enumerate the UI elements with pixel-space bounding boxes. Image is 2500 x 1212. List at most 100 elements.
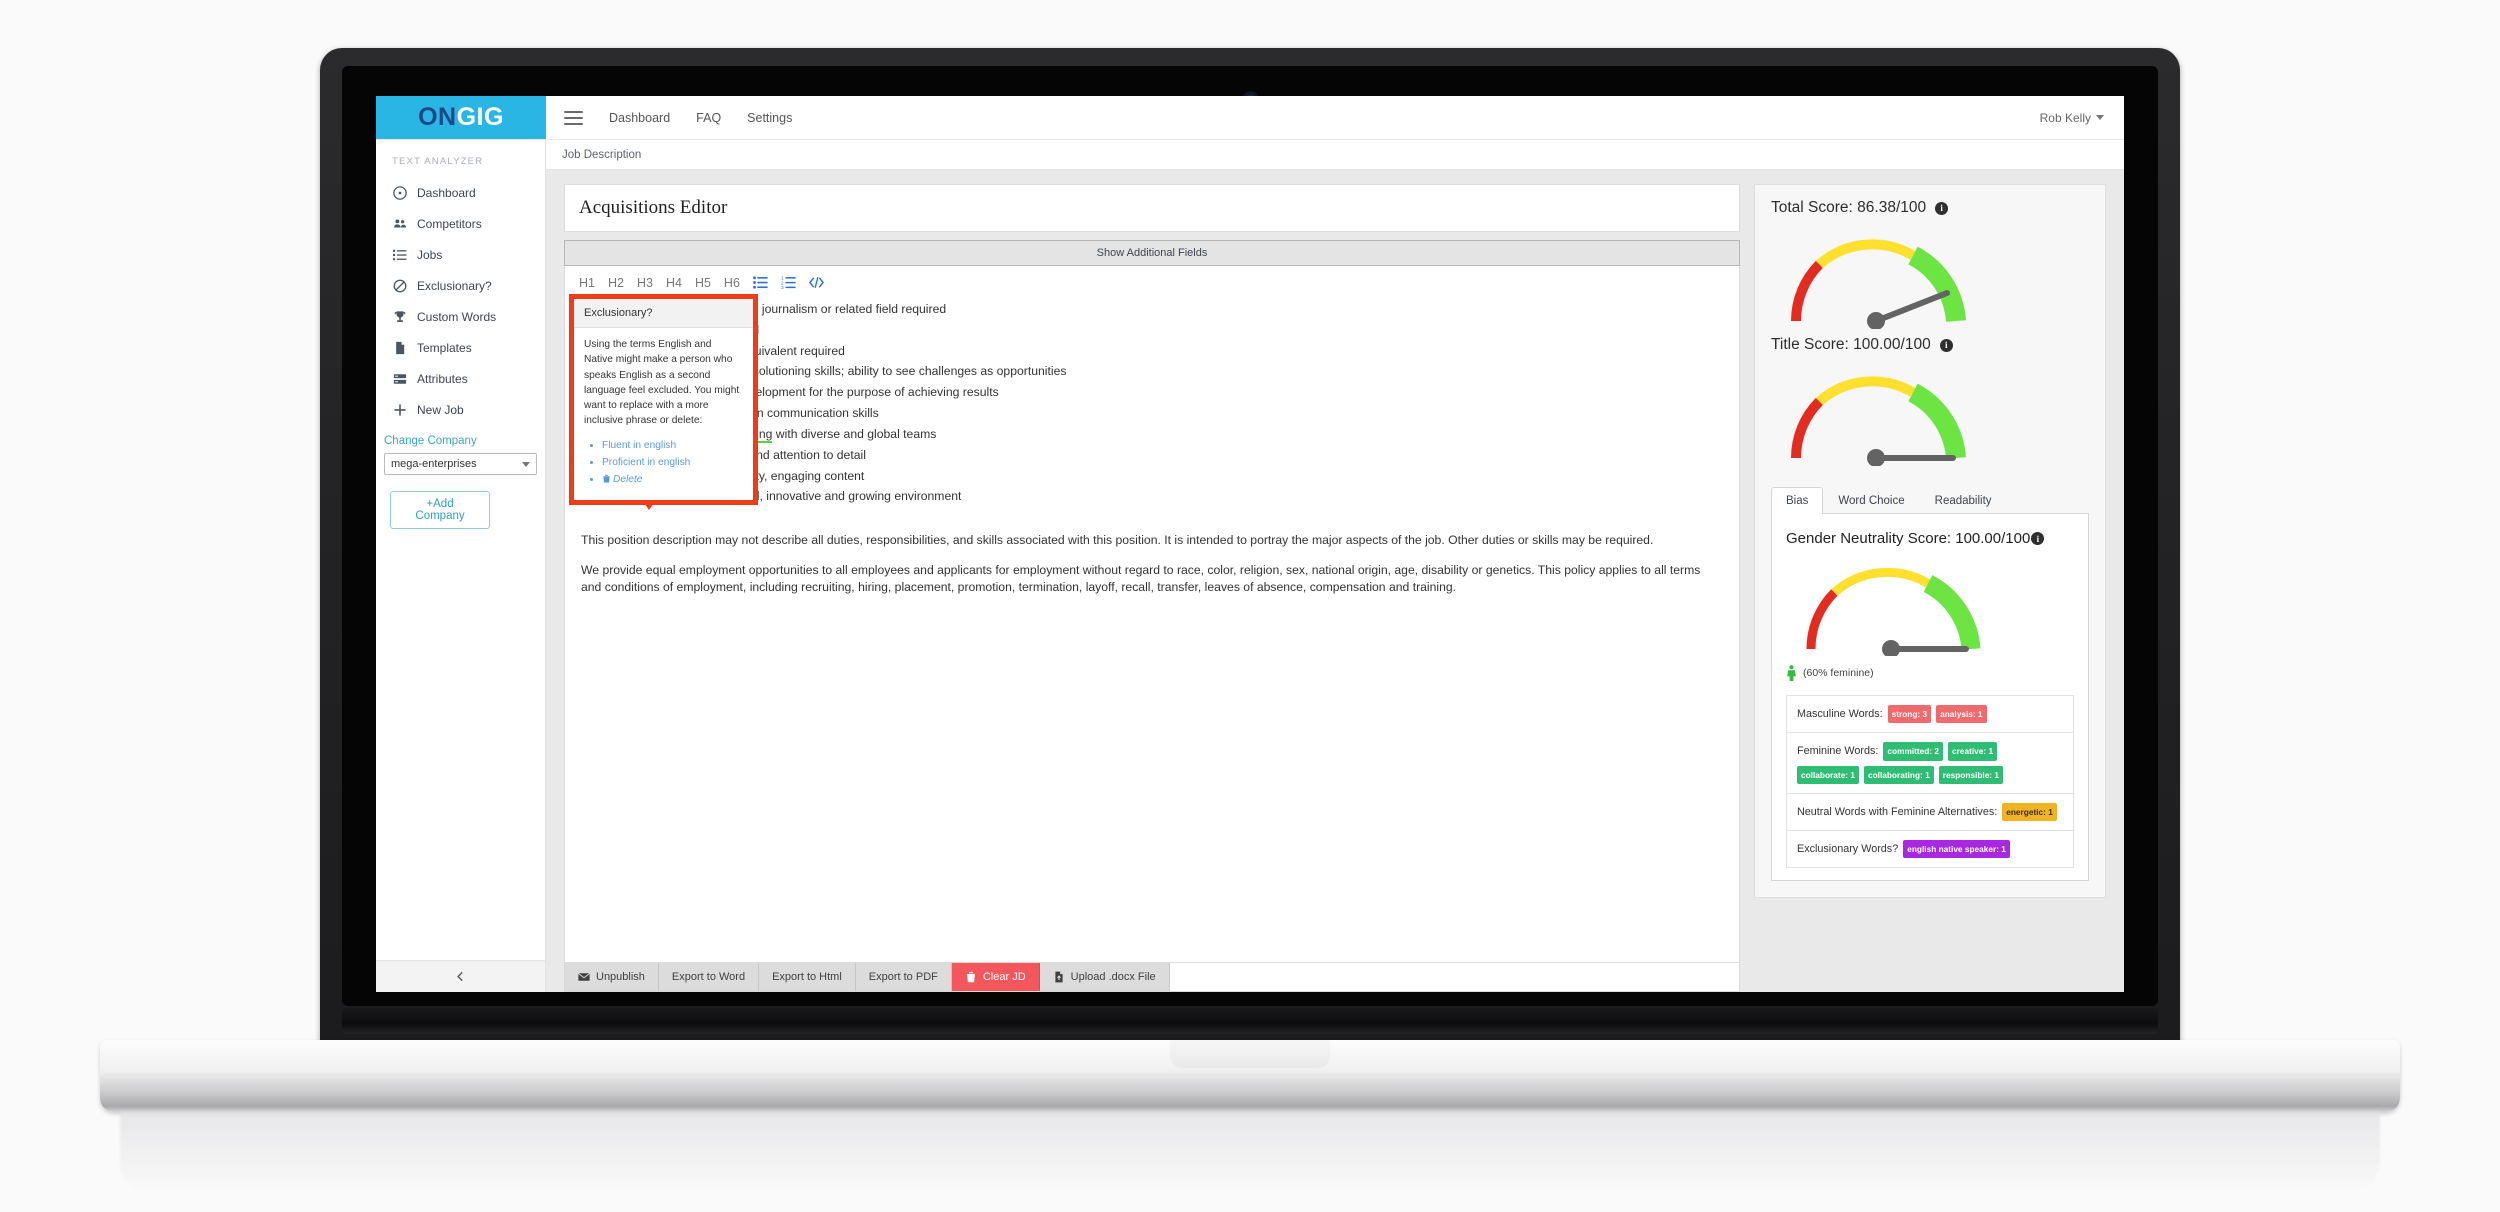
paragraph-eeo: We provide equal employment opportunitie… bbox=[581, 563, 1701, 595]
word-category-label: Feminine Words: bbox=[1797, 745, 1879, 758]
title-score-header: Title Score: 100.00/100 i bbox=[1771, 336, 2089, 354]
add-company-button[interactable]: +Add Company bbox=[390, 491, 490, 529]
hamburger-menu-icon[interactable] bbox=[564, 110, 583, 125]
bullet-top-0: , journalism or related field required bbox=[755, 302, 947, 316]
main-content: Job Description Acquisitions Editor Show… bbox=[546, 140, 2124, 992]
code-icon[interactable] bbox=[808, 275, 824, 290]
info-icon[interactable]: i bbox=[1935, 201, 1949, 215]
sidebar-item-dashboard[interactable]: Dashboard bbox=[376, 177, 545, 208]
export-to-pdf-button[interactable]: Export to PDF bbox=[855, 963, 952, 991]
word-tag[interactable]: analysis: 1 bbox=[1936, 705, 1987, 724]
action-label: Export to PDF bbox=[868, 971, 938, 983]
laptop-mockup: ONGIG Dashboard FAQ Settings Rob Kelly T… bbox=[320, 48, 2180, 1048]
numbered-list-icon[interactable]: 123 bbox=[781, 275, 796, 290]
heading-h4-button[interactable]: H4 bbox=[666, 276, 682, 290]
sidebar-item-custom-words[interactable]: Custom Words bbox=[376, 301, 545, 332]
list-item: Strong organizational skills and attenti… bbox=[601, 447, 1723, 464]
title-score-label: Title Score: 100.00/100 bbox=[1771, 336, 1931, 353]
sidebar-item-label: Dashboard bbox=[417, 185, 476, 200]
brand-logo[interactable]: ONGIG bbox=[376, 96, 546, 139]
word-category-row: Feminine Words: committed: 2 creative: 1 co… bbox=[1786, 732, 2074, 793]
exclusionary-suggestions: Fluent in english Proficient in english … bbox=[602, 438, 743, 488]
ongig-app: ONGIG Dashboard FAQ Settings Rob Kelly T… bbox=[376, 96, 2124, 992]
nav-item-faq[interactable]: FAQ bbox=[696, 111, 721, 125]
upload-file-icon bbox=[1055, 971, 1063, 983]
breadcrumb-label: Job Description bbox=[562, 148, 642, 161]
heading-h3-button[interactable]: H3 bbox=[637, 276, 653, 290]
sidebar-item-attributes[interactable]: Attributes bbox=[376, 363, 545, 394]
info-icon[interactable]: i bbox=[2031, 532, 2045, 545]
sidebar-item-templates[interactable]: Templates bbox=[376, 332, 545, 363]
people-icon bbox=[392, 216, 407, 231]
score-tabs: Bias Word Choice Readability bbox=[1771, 487, 2089, 514]
exclusionary-tooltip: Exclusionary? Using the terms English an… bbox=[569, 294, 758, 510]
laptop-reflection bbox=[120, 1112, 2380, 1192]
nav-item-dashboard[interactable]: Dashboard bbox=[609, 111, 670, 125]
upload-docx-button[interactable]: Upload .docx File bbox=[1039, 963, 1170, 991]
sidebar-item-jobs[interactable]: Jobs bbox=[376, 239, 545, 270]
action-label: Export to Html bbox=[772, 971, 842, 983]
show-additional-fields-button[interactable]: Show Additional Fields bbox=[564, 240, 1740, 266]
heading-h6-button[interactable]: H6 bbox=[724, 276, 740, 290]
word-tag[interactable]: committed: 2 bbox=[1883, 742, 1944, 761]
list-item: Committed to providing quality, engaging… bbox=[601, 468, 1723, 485]
feminine-percentage-label: (60% feminine) bbox=[1803, 667, 1874, 679]
top-bar: ONGIG Dashboard FAQ Settings Rob Kelly bbox=[376, 96, 2124, 140]
screen: ONGIG Dashboard FAQ Settings Rob Kelly T… bbox=[376, 96, 2124, 992]
total-score-gauge bbox=[1790, 239, 1966, 330]
export-to-html-button[interactable]: Export to Html bbox=[759, 963, 856, 991]
trash-icon bbox=[966, 971, 975, 983]
user-menu[interactable]: Rob Kelly bbox=[2020, 96, 2124, 139]
heading-h5-button[interactable]: H5 bbox=[695, 276, 711, 290]
chevron-down-icon bbox=[522, 461, 530, 467]
heading-h1-button[interactable]: H1 bbox=[579, 276, 595, 290]
laptop-base-notch bbox=[1170, 1040, 1330, 1068]
sidebar-item-exclusionary[interactable]: Exclusionary? bbox=[376, 270, 545, 301]
list-item: English native speaker or equivalent req… bbox=[601, 343, 1723, 360]
tab-word-choice[interactable]: Word Choice bbox=[1823, 487, 1919, 514]
list-icon bbox=[392, 247, 407, 262]
tab-bias[interactable]: Bias bbox=[1771, 487, 1824, 514]
sidebar-item-label: Exclusionary? bbox=[417, 278, 492, 293]
brand-on-text: ON bbox=[418, 103, 457, 131]
tab-readability[interactable]: Readability bbox=[1920, 487, 2007, 514]
export-to-word-button[interactable]: Export to Word bbox=[658, 963, 760, 991]
list-item: 5+ years experience required bbox=[601, 322, 1723, 339]
svg-text:3: 3 bbox=[781, 285, 784, 290]
sidebar-item-label: Jobs bbox=[417, 247, 443, 262]
word-tag[interactable]: collaborate: 1 bbox=[1797, 765, 1859, 784]
info-icon[interactable]: i bbox=[1939, 338, 1953, 352]
word-analysis-rows: Masculine Words: strong: 3 analysis: 1 Femi… bbox=[1786, 695, 2074, 869]
exclusionary-tooltip-text: Using the terms English and Native might… bbox=[584, 339, 740, 427]
ban-icon bbox=[392, 278, 407, 293]
word-tag[interactable]: creative: 1 bbox=[1948, 742, 1998, 761]
word-tag[interactable]: strong: 3 bbox=[1887, 705, 1932, 724]
word-tag[interactable]: english native speaker: 1 bbox=[1903, 840, 2010, 859]
job-title-field[interactable]: Acquisitions Editor bbox=[564, 184, 1740, 232]
word-category-label: Masculine Words: bbox=[1797, 708, 1883, 720]
sidebar-collapse-button[interactable] bbox=[376, 960, 545, 992]
trophy-icon bbox=[392, 309, 407, 324]
sidebar-item-new-job[interactable]: New Job bbox=[376, 394, 545, 425]
suggestion-delete[interactable]: Delete bbox=[602, 472, 743, 487]
word-tag[interactable]: energetic: 1 bbox=[2002, 802, 2057, 821]
bullet-list-icon[interactable] bbox=[753, 275, 768, 290]
suggestion-proficient[interactable]: Proficient in english bbox=[602, 455, 743, 470]
word-tag[interactable]: collaborating: 1 bbox=[1863, 765, 1934, 784]
sidebar-item-competitors[interactable]: Competitors bbox=[376, 208, 545, 239]
heading-h2-button[interactable]: H2 bbox=[608, 276, 624, 290]
word-tag[interactable]: responsible: 1 bbox=[1938, 765, 2003, 784]
company-select[interactable]: mega-enterprises bbox=[384, 453, 537, 475]
plus-icon bbox=[392, 402, 407, 417]
change-company-link[interactable]: Change Company bbox=[376, 425, 545, 453]
editor-toolbar: H1 H2 H3 H4 H5 H6 1 2 3 bbox=[565, 266, 1739, 297]
nav-item-settings[interactable]: Settings bbox=[747, 111, 792, 125]
suggestion-fluent[interactable]: Fluent in english bbox=[602, 438, 743, 453]
clear-jd-button[interactable]: Clear JD bbox=[951, 963, 1040, 991]
sidebar-item-label: Attributes bbox=[417, 371, 468, 386]
exclusionary-tooltip-body: Using the terms English and Native might… bbox=[574, 328, 753, 500]
unpublish-button[interactable]: Unpublish bbox=[565, 963, 659, 991]
action-label: Clear JD bbox=[982, 971, 1026, 983]
gender-neutrality-header: Gender Neutrality Score: 100.00/100 i bbox=[1786, 530, 2074, 547]
